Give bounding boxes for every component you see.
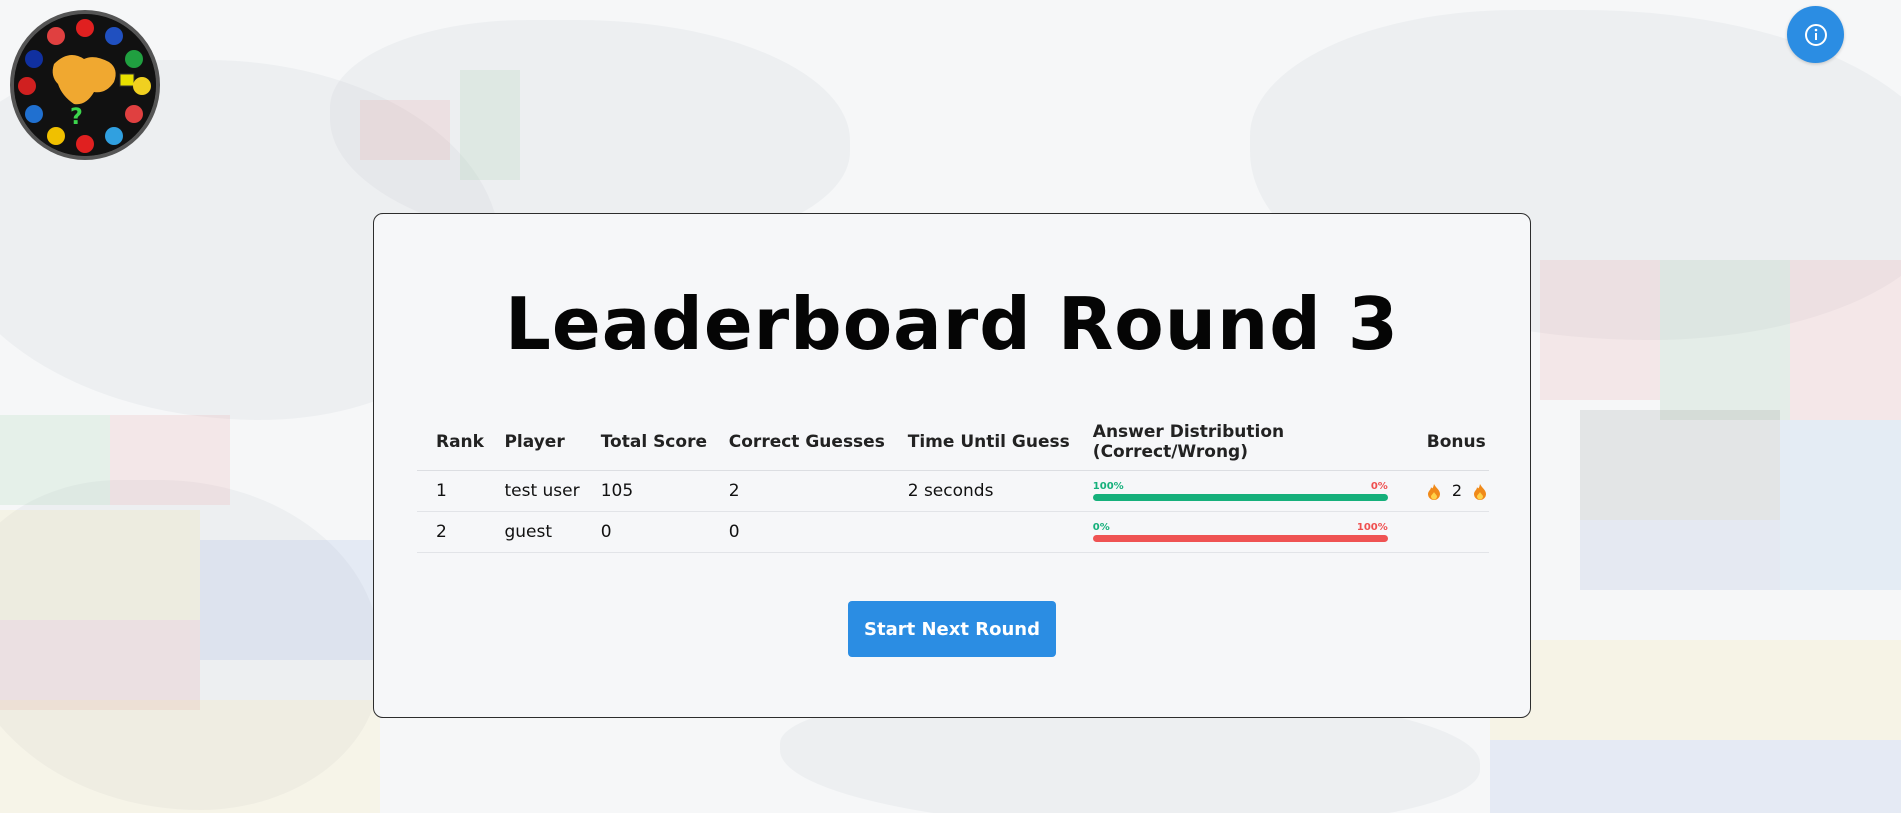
col-correct-guesses: Correct Guesses [709, 422, 889, 471]
fire-icon [1427, 483, 1440, 500]
leaderboard-card: Leaderboard Round 3 Rank Player Total Sc… [373, 213, 1531, 718]
info-button[interactable] [1787, 6, 1844, 63]
distribution-bar [1092, 535, 1388, 542]
col-bonus: Bonus [1407, 422, 1489, 471]
total-score-cell: 105 [581, 470, 710, 512]
table-row: 2 guest 0 0 0% 100% [417, 511, 1489, 553]
wrong-percent: 100% [1356, 522, 1388, 533]
fire-icon [1474, 483, 1487, 500]
col-rank: Rank [417, 422, 486, 471]
player-cell: guest [485, 511, 582, 553]
time-until-guess-cell [888, 511, 1074, 553]
rank-cell: 1 [417, 470, 486, 512]
world-flags-logo[interactable]: ? [10, 10, 160, 160]
table-row: 1 test user 105 2 2 seconds 100% 0% 2 [417, 470, 1489, 512]
info-icon [1804, 23, 1827, 46]
correct-percent: 100% [1092, 481, 1124, 492]
correct-guesses-cell: 0 [709, 511, 889, 553]
svg-text:?: ? [70, 105, 83, 130]
answer-distribution-cell: 0% 100% [1073, 511, 1408, 553]
col-total-score: Total Score [581, 422, 710, 471]
correct-guesses-cell: 2 [709, 470, 889, 512]
leaderboard-table: Rank Player Total Score Correct Guesses … [417, 422, 1489, 553]
total-score-cell: 0 [581, 511, 710, 553]
correct-fill [1092, 494, 1388, 501]
answer-distribution-cell: 100% 0% [1073, 470, 1408, 512]
rank-cell: 2 [417, 511, 486, 553]
bonus-cell: 2 [1407, 470, 1489, 512]
bonus-cell [1407, 511, 1489, 553]
bonus-streak-value: 2 [1451, 481, 1463, 501]
page-title: Leaderboard Round 3 [504, 282, 1399, 366]
start-next-round-button[interactable]: Start Next Round [848, 601, 1056, 657]
distribution-bar [1092, 494, 1388, 501]
col-player: Player [485, 422, 582, 471]
col-time-until-guess: Time Until Guess [888, 422, 1074, 471]
player-cell: test user [485, 470, 582, 512]
table-header-row: Rank Player Total Score Correct Guesses … [417, 422, 1489, 471]
col-answer-distribution: Answer Distribution (Correct/Wrong) [1073, 422, 1408, 471]
wrong-percent: 0% [1370, 481, 1388, 492]
correct-percent: 0% [1092, 522, 1110, 533]
wrong-fill [1092, 535, 1388, 542]
world-flags-logo-icon: ? [14, 14, 156, 156]
time-until-guess-cell: 2 seconds [888, 470, 1074, 512]
